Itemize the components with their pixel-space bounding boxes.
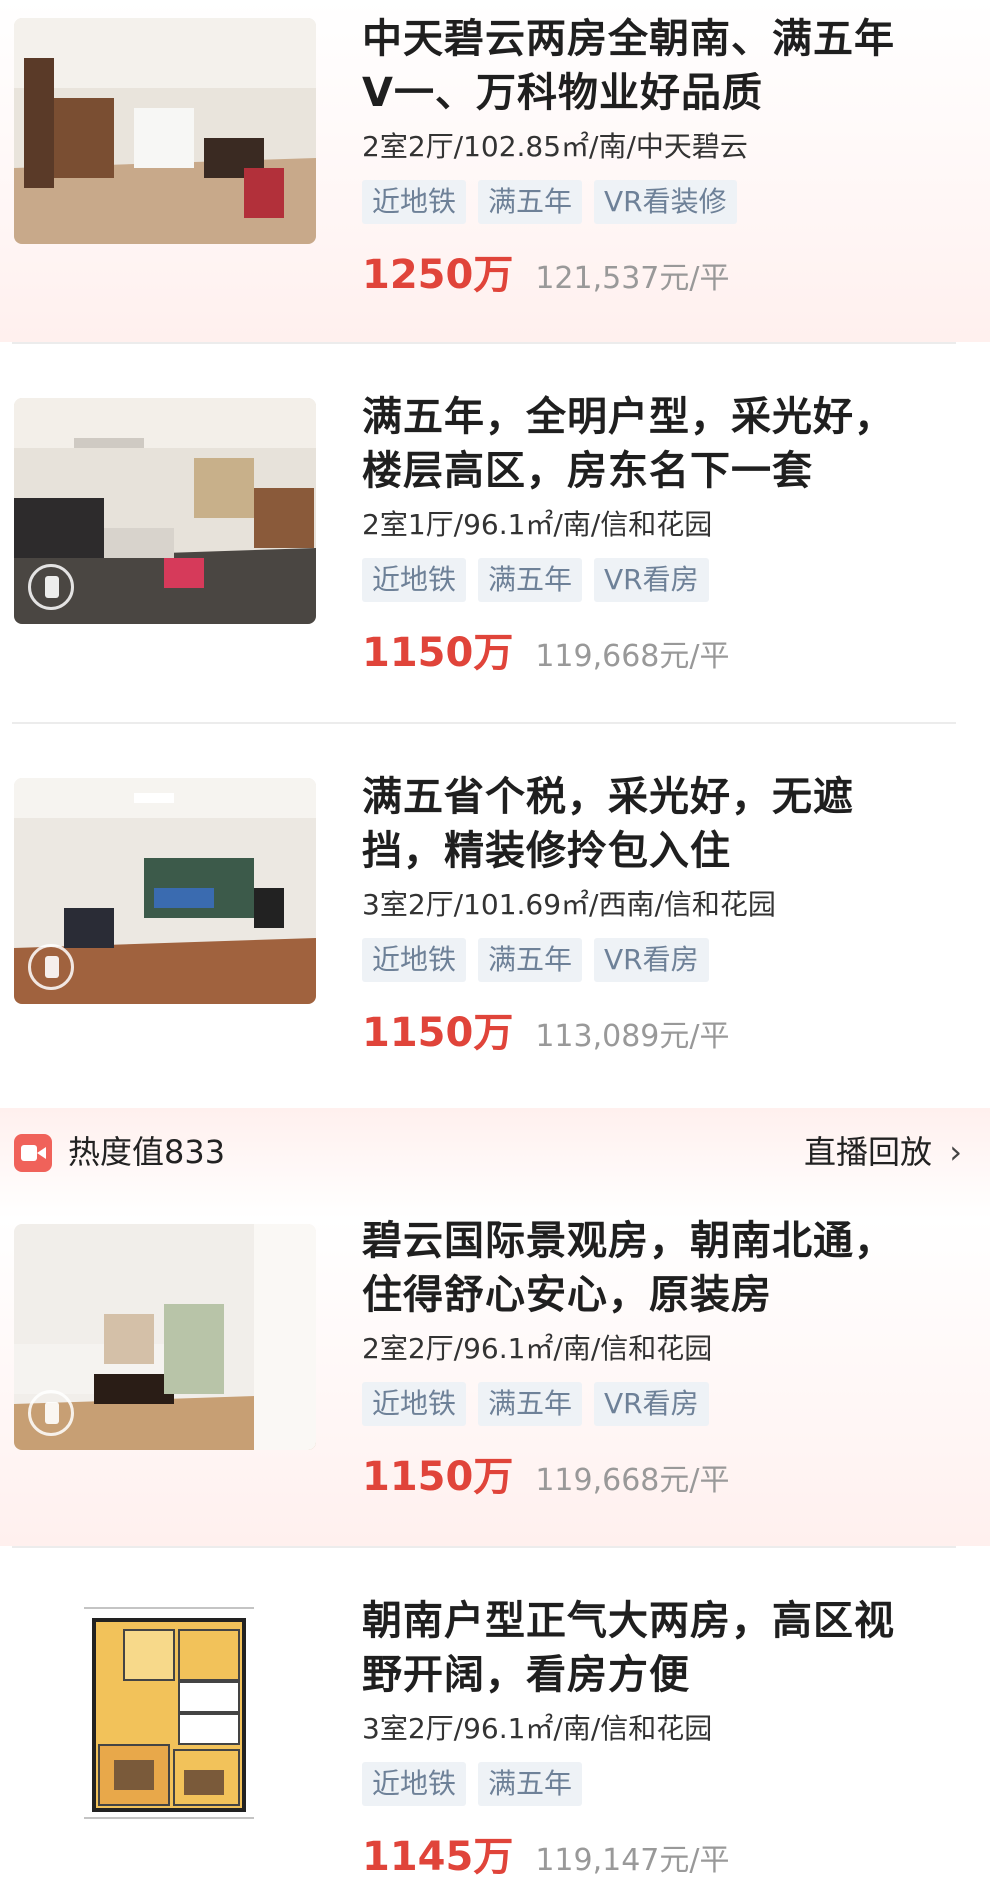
price-row: 1250万 121,537元/平 xyxy=(362,242,960,300)
listing-card[interactable]: 中天碧云两房全朝南、满五年 V一、万科物业好品质 2室2厅/102.85㎡/南/中… xyxy=(0,0,990,342)
tag: 近地铁 xyxy=(362,938,467,982)
listing-title[interactable]: 满五省个税，采光好，无遮 挡，精装修拎包入住 xyxy=(362,770,960,878)
tag: 满五年 xyxy=(478,558,583,602)
listing-title[interactable]: 满五年，全明户型，采光好， 楼层高区，房东名下一套 xyxy=(362,390,960,498)
tag: VR看房 xyxy=(594,938,709,982)
listing-title[interactable]: 碧云国际景观房，朝南北通， 住得舒心安心，原装房 xyxy=(362,1214,960,1322)
tag: VR看房 xyxy=(594,558,709,602)
listing-photo[interactable] xyxy=(14,778,316,1004)
unit-price: 119,668元/平 xyxy=(535,639,730,674)
video-camera-icon xyxy=(14,1134,52,1172)
unit-price: 113,089元/平 xyxy=(535,1019,730,1054)
vr-view-icon[interactable] xyxy=(28,944,74,990)
listing-meta: 3室2厅/101.69㎡/西南/信和花园 xyxy=(362,888,776,921)
total-price: 1145万 xyxy=(362,1834,514,1880)
listing-title[interactable]: 朝南户型正气大两房，高区视 野开阔，看房方便 xyxy=(362,1594,960,1702)
listing-photo[interactable] xyxy=(14,18,316,244)
tag-list: 近地铁 满五年 xyxy=(362,1762,960,1808)
price-row: 1150万 119,668元/平 xyxy=(362,620,960,678)
listing-card[interactable]: 碧云国际景观房，朝南北通， 住得舒心安心，原装房 2室2厅/96.1㎡/南/信和花… xyxy=(0,1218,990,1546)
vr-view-icon[interactable] xyxy=(28,1390,74,1436)
tag: 满五年 xyxy=(478,180,583,224)
listing-card[interactable]: 朝南户型正气大两房，高区视 野开阔，看房方便 3室2厅/96.1㎡/南/信和花园 … xyxy=(0,1548,990,1880)
listing-photo[interactable] xyxy=(14,1224,316,1450)
listing-meta: 3室2厅/96.1㎡/南/信和花园 xyxy=(362,1712,713,1745)
listing-title[interactable]: 中天碧云两房全朝南、满五年 V一、万科物业好品质 xyxy=(362,12,960,120)
unit-price: 119,668元/平 xyxy=(535,1463,730,1498)
total-price: 1150万 xyxy=(362,1454,514,1500)
heat-value: 热度值833 xyxy=(68,1133,226,1171)
price-row: 1145万 119,147元/平 xyxy=(362,1824,960,1882)
tag: 满五年 xyxy=(478,1382,583,1426)
total-price: 1150万 xyxy=(362,1010,514,1056)
live-stream-bar[interactable]: 热度值833 直播回放 › xyxy=(0,1108,990,1218)
tag: VR看装修 xyxy=(594,180,737,224)
listing-meta: 2室2厅/102.85㎡/南/中天碧云 xyxy=(362,130,748,163)
unit-price: 121,537元/平 xyxy=(535,261,730,296)
tag: VR看房 xyxy=(594,1382,709,1426)
chevron-right-icon[interactable]: › xyxy=(949,1132,962,1172)
listing-photo[interactable] xyxy=(14,398,316,624)
tag: 满五年 xyxy=(478,938,583,982)
total-price: 1250万 xyxy=(362,252,514,298)
total-price: 1150万 xyxy=(362,630,514,676)
unit-price: 119,147元/平 xyxy=(535,1843,730,1878)
tag: 近地铁 xyxy=(362,180,467,224)
price-row: 1150万 119,668元/平 xyxy=(362,1444,960,1502)
tag: 近地铁 xyxy=(362,558,467,602)
tag-list: 近地铁 满五年 VR看房 xyxy=(362,1382,960,1428)
tag-list: 近地铁 满五年 VR看房 xyxy=(362,938,960,984)
vr-view-icon[interactable] xyxy=(28,564,74,610)
tag-list: 近地铁 满五年 VR看房 xyxy=(362,558,960,604)
listing-meta: 2室2厅/96.1㎡/南/信和花园 xyxy=(362,1332,713,1365)
live-replay-link[interactable]: 直播回放 xyxy=(804,1130,932,1174)
price-row: 1150万 113,089元/平 xyxy=(362,1000,960,1058)
tag: 满五年 xyxy=(478,1762,583,1806)
listing-card[interactable]: 满五年，全明户型，采光好， 楼层高区，房东名下一套 2室1厅/96.1㎡/南/信和… xyxy=(0,344,990,722)
tag: 近地铁 xyxy=(362,1762,467,1806)
listing-meta: 2室1厅/96.1㎡/南/信和花园 xyxy=(362,508,713,541)
floor-plan-image[interactable] xyxy=(14,1600,316,1826)
listing-card[interactable]: 满五省个税，采光好，无遮 挡，精装修拎包入住 3室2厅/101.69㎡/西南/信和… xyxy=(0,724,990,1102)
tag-list: 近地铁 满五年 VR看装修 xyxy=(362,180,960,226)
tag: 近地铁 xyxy=(362,1382,467,1426)
